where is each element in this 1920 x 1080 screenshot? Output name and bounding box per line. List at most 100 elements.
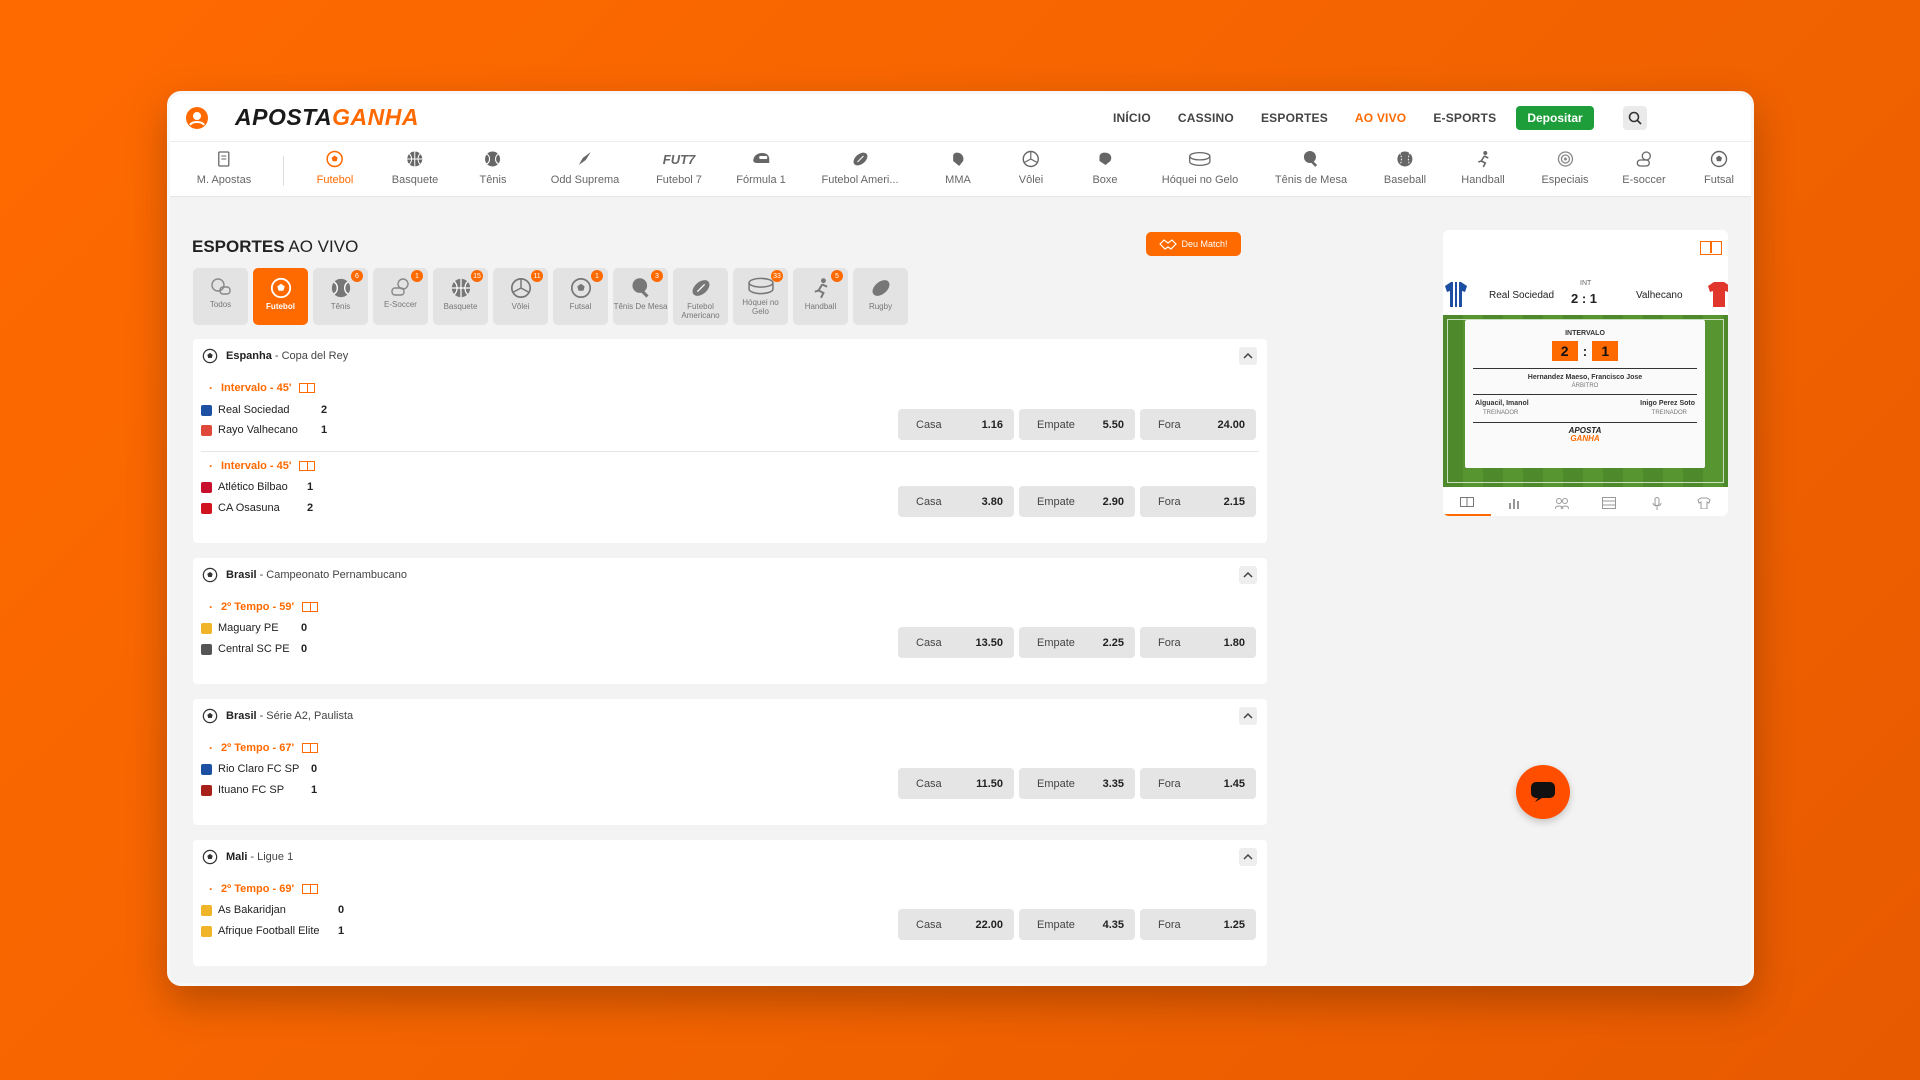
- sport-tab-basquete[interactable]: Basquete: [392, 148, 438, 186]
- collapse-button[interactable]: [1239, 566, 1257, 584]
- sport-tab-my-bets[interactable]: M. Apostas: [197, 148, 251, 186]
- filter-rugby[interactable]: Rugby: [853, 268, 908, 325]
- field-view-icon[interactable]: [1700, 241, 1722, 255]
- collapse-button[interactable]: [1239, 848, 1257, 866]
- odd-button-empate[interactable]: Empate 3.35: [1019, 768, 1135, 799]
- sport-tab-tenis-de-mesa[interactable]: Tênis de Mesa: [1275, 148, 1347, 186]
- game-row[interactable]: 2º Tempo - 69' As Bakaridjan 0 Afrique Fo…: [193, 882, 1267, 952]
- filter-futebol[interactable]: Futebol: [253, 268, 308, 325]
- deposit-button[interactable]: Depositar: [1516, 106, 1594, 130]
- team-crest: [201, 424, 212, 436]
- sport-tab-volei[interactable]: Vôlei: [1019, 148, 1043, 186]
- nav-e-sports[interactable]: E-SPORTS: [1433, 111, 1496, 125]
- odd-button-empate[interactable]: Empate 2.90: [1019, 486, 1135, 517]
- tab-lineups[interactable]: [1538, 490, 1586, 516]
- away-team: Central SC PE 0: [201, 643, 331, 655]
- team-crest: [201, 763, 212, 775]
- match-button[interactable]: Deu Match!: [1146, 232, 1241, 256]
- odd-button-fora[interactable]: Fora 1.25: [1140, 909, 1256, 940]
- filter-tenis-de-mesa[interactable]: 3 Tênis De Mesa: [613, 268, 668, 325]
- team-name: Central SC PE: [218, 643, 290, 655]
- sport-tab-label: Handball: [1461, 174, 1505, 186]
- odd-button-casa[interactable]: Casa 13.50: [898, 627, 1014, 658]
- collapse-button[interactable]: [1239, 347, 1257, 365]
- tab-stats[interactable]: [1491, 490, 1539, 516]
- sport-tab-hoquei[interactable]: Hóquei no Gelo: [1162, 148, 1238, 186]
- search-button[interactable]: [1623, 106, 1647, 130]
- sport-tab-label: M. Apostas: [196, 174, 252, 186]
- tab-events[interactable]: [1586, 490, 1634, 516]
- sport-tab-e-soccer[interactable]: E-soccer: [1622, 148, 1666, 186]
- league-country: Mali: [226, 851, 248, 863]
- sport-tab-futsal[interactable]: Futsal: [1704, 148, 1734, 186]
- league-header[interactable]: Brasil - Série A2, Paulista: [202, 708, 353, 724]
- nav-cassino[interactable]: CASSINO: [1178, 111, 1234, 125]
- home-team: Atlético Bilbao 1: [201, 481, 331, 493]
- odd-button-empate[interactable]: Empate 4.35: [1019, 909, 1135, 940]
- filter-volei[interactable]: 11 Vôlei: [493, 268, 548, 325]
- sport-tab-tenis[interactable]: Tênis: [479, 148, 507, 186]
- sport-tab-futebol[interactable]: Futebol: [317, 148, 353, 186]
- tab-shirts[interactable]: [1681, 490, 1729, 516]
- tab-field[interactable]: [1443, 490, 1491, 516]
- game-row[interactable]: Intervalo - 45' Real Sociedad 2 Rayo Valh…: [193, 381, 1267, 451]
- game-row[interactable]: 2º Tempo - 59' Maguary PE 0 Central SC PE…: [193, 600, 1267, 670]
- nav-inicio[interactable]: INÍCIO: [1113, 111, 1151, 125]
- team-score: 1: [321, 424, 328, 436]
- odd-button-fora[interactable]: Fora 1.80: [1140, 627, 1256, 658]
- odd-button-fora[interactable]: Fora 2.15: [1140, 486, 1256, 517]
- odd-button-casa[interactable]: Casa 3.80: [898, 486, 1014, 517]
- user-icon[interactable]: [185, 106, 209, 130]
- count-badge: 15: [471, 270, 483, 282]
- odds-group: Casa 22.00 Empate 4.35 Fora 1.25: [898, 909, 1256, 940]
- filter-handball[interactable]: 5 Handball: [793, 268, 848, 325]
- sport-tab-especiais[interactable]: Especiais: [1541, 148, 1589, 186]
- odd-button-casa[interactable]: Casa 11.50: [898, 768, 1014, 799]
- sport-tab-futebol-americano[interactable]: Futebol Ameri...: [821, 148, 899, 186]
- team-name: Afrique Football Elite: [218, 925, 320, 937]
- odd-button-casa[interactable]: Casa 22.00: [898, 909, 1014, 940]
- page-title-bold: ESPORTES: [192, 237, 285, 256]
- filter-e-soccer[interactable]: 1 E-Soccer: [373, 268, 428, 325]
- league-header[interactable]: Brasil - Campeonato Pernambucano: [202, 567, 407, 583]
- sport-tab-mma[interactable]: MMA: [945, 148, 971, 186]
- count-badge: 6: [351, 270, 363, 282]
- team-name: Rio Claro FC SP: [218, 763, 300, 775]
- sport-tab-odd-suprema[interactable]: Odd Suprema: [551, 148, 619, 186]
- users-icon: [1554, 498, 1569, 509]
- league-header[interactable]: Mali - Ligue 1: [202, 849, 293, 865]
- filter-futsal[interactable]: 1 Futsal: [553, 268, 608, 325]
- divider: [283, 156, 284, 186]
- odd-button-fora[interactable]: Fora 1.45: [1140, 768, 1256, 799]
- filter-basquete[interactable]: 15 Basquete: [433, 268, 488, 325]
- game-row[interactable]: 2º Tempo - 67' Rio Claro FC SP 0 Ituano F…: [193, 741, 1267, 811]
- filter-todos[interactable]: Todos: [193, 268, 248, 325]
- filter-hoquei[interactable]: 33 Hóquei no Gelo: [733, 268, 788, 325]
- brand-logo[interactable]: APOSTAGANHA: [235, 104, 419, 131]
- table-tennis-icon: [631, 278, 649, 298]
- odd-button-empate[interactable]: Empate 2.25: [1019, 627, 1135, 658]
- game-row[interactable]: Intervalo - 45' Atlético Bilbao 1 CA Osas…: [193, 459, 1267, 529]
- sport-tab-baseball[interactable]: Baseball: [1384, 148, 1426, 186]
- sport-tab-handball[interactable]: Handball: [1461, 148, 1505, 186]
- sport-tab-formula-1[interactable]: Fórmula 1: [736, 148, 786, 186]
- nav-esportes[interactable]: ESPORTES: [1261, 111, 1328, 125]
- sport-tab-boxe[interactable]: Boxe: [1092, 148, 1118, 186]
- filter-futebol-americano[interactable]: Futebol Americano: [673, 268, 728, 325]
- team-crest: [201, 643, 212, 655]
- game-status: 2º Tempo - 67': [219, 741, 319, 755]
- league-header[interactable]: Espanha - Copa del Rey: [202, 348, 348, 364]
- filter-tenis[interactable]: 6 Tênis: [313, 268, 368, 325]
- league-card: Espanha - Copa del Rey Intervalo - 45' R…: [193, 339, 1267, 543]
- nav-ao-vivo[interactable]: AO VIVO: [1355, 111, 1406, 125]
- odd-button-fora[interactable]: Fora 24.00: [1140, 409, 1256, 440]
- chat-button[interactable]: [1516, 765, 1570, 819]
- count-badge: 3: [651, 270, 663, 282]
- sport-tab-label: Tênis: [479, 174, 507, 186]
- odd-button-empate[interactable]: Empate 5.50: [1019, 409, 1135, 440]
- sport-tab-futebol-7[interactable]: FUT7 Futebol 7: [656, 148, 702, 187]
- odd-button-casa[interactable]: Casa 1.16: [898, 409, 1014, 440]
- collapse-button[interactable]: [1239, 707, 1257, 725]
- tab-commentary[interactable]: [1633, 490, 1681, 516]
- chevron-up-icon: [1243, 854, 1253, 860]
